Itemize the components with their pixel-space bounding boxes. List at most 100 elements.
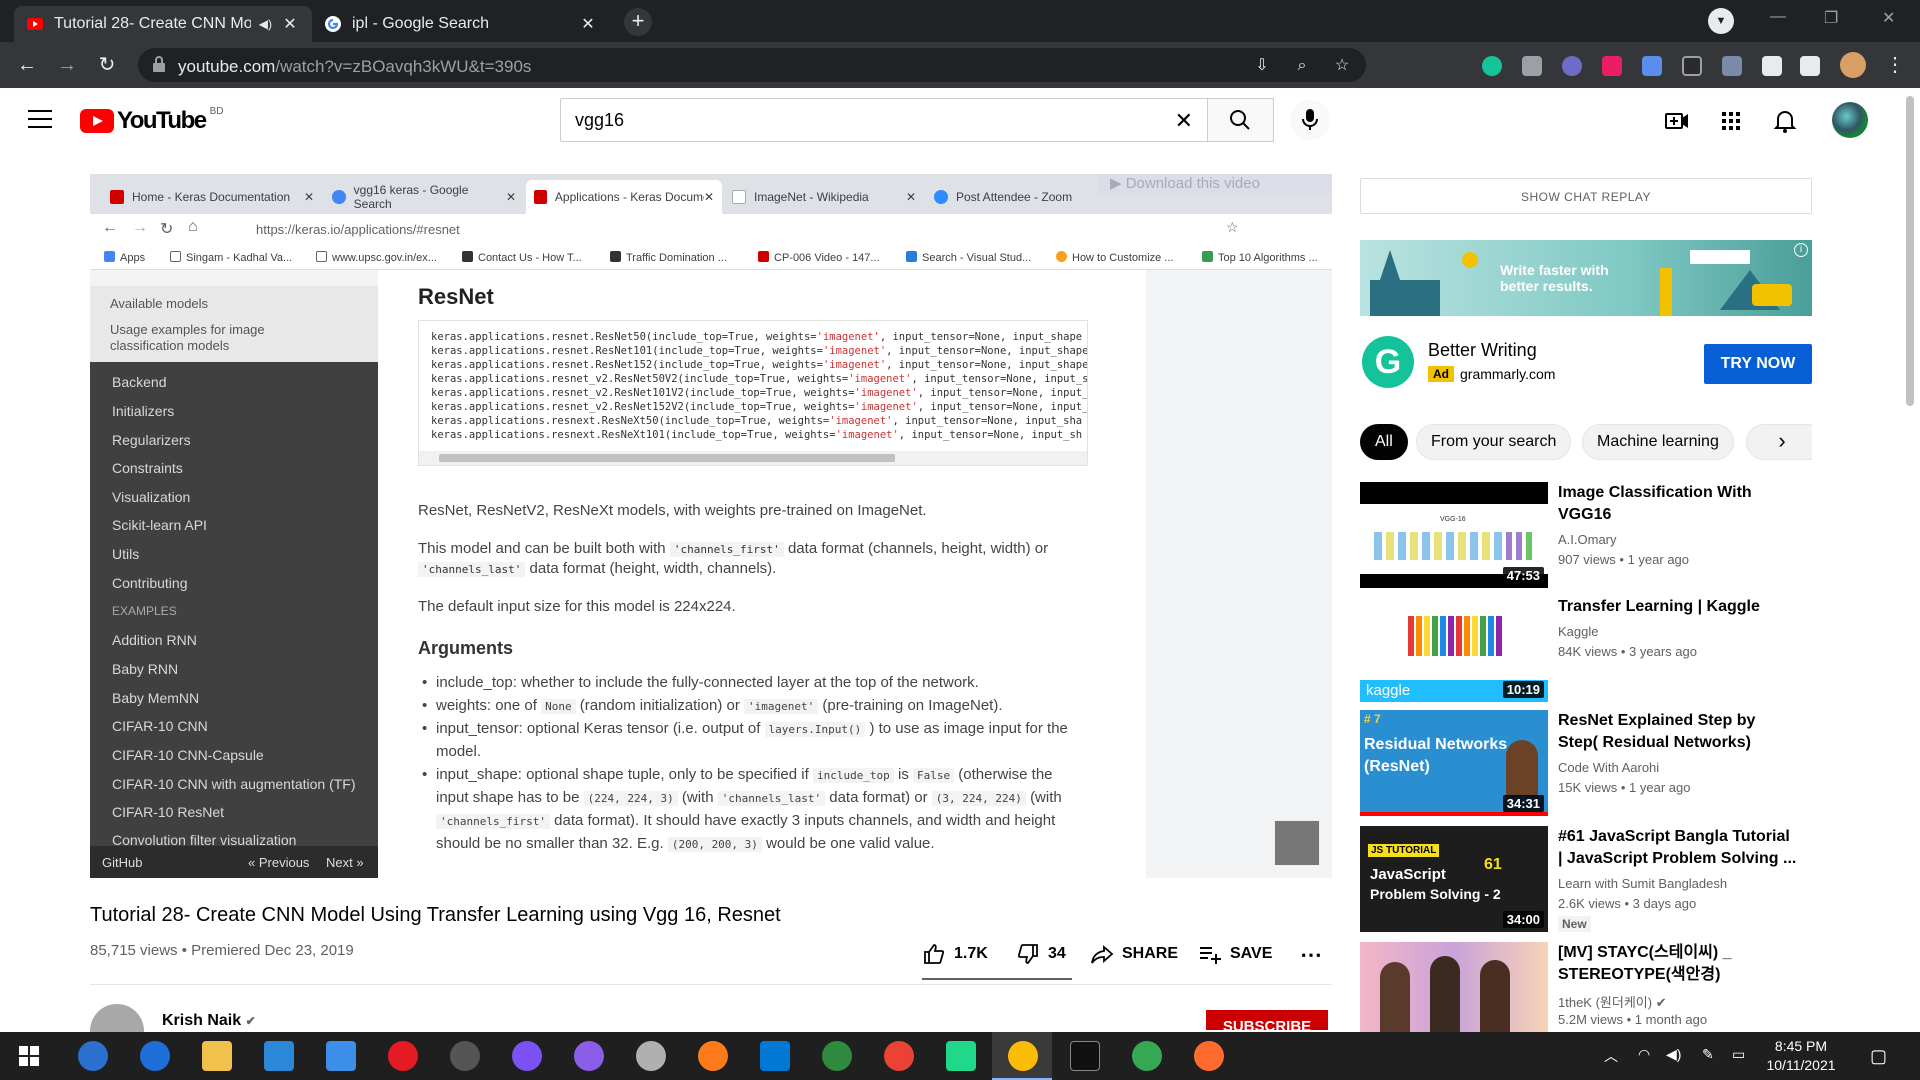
recommended-video[interactable]: # 7 Residual Networks (ResNet) 34:31 Res… (1360, 710, 1812, 816)
video-player[interactable]: Home - Keras Documentation ✕ vgg16 keras … (90, 174, 1332, 878)
windows-start-icon[interactable] (14, 1041, 44, 1071)
menu-kebab-icon[interactable]: ⋮ (1880, 50, 1910, 80)
pen-icon[interactable]: ✎ (1702, 1046, 1714, 1063)
firefox-icon[interactable] (698, 1041, 728, 1071)
extension-icon[interactable] (1562, 56, 1582, 76)
network-icon[interactable]: ◠ (1638, 1046, 1650, 1063)
postman-icon[interactable] (1194, 1041, 1224, 1071)
player-extension-icon[interactable] (1602, 56, 1622, 76)
apps-grid-icon[interactable] (1718, 108, 1744, 134)
minimize-icon[interactable]: — (1770, 8, 1786, 26)
like-button[interactable]: 1.7K (922, 942, 988, 966)
recommended-video[interactable]: JS TUTORIAL 61 JavaScript Problem Solvin… (1360, 826, 1812, 932)
camera-extension-icon[interactable] (1522, 56, 1542, 76)
recommended-video-channel: Code With Aarohi (1558, 760, 1660, 775)
video-url-text: https://keras.io/applications/#resnet (256, 222, 460, 237)
divider (90, 984, 1332, 985)
quickbooks-icon[interactable] (78, 1041, 108, 1071)
download-video-banner[interactable]: ▶ Download this video (1098, 174, 1332, 194)
messenger-icon[interactable] (512, 1041, 542, 1071)
docs-paragraph: ResNet, ResNetV2, ResNeXt models, with w… (418, 502, 927, 519)
close-tab-icon[interactable]: ✕ (578, 14, 598, 34)
ad-info-icon[interactable]: i (1794, 243, 1808, 257)
like-ratio-bar (922, 978, 1072, 980)
docs-nav-section-header: EXAMPLES (112, 604, 177, 618)
close-tab-icon[interactable]: ✕ (280, 14, 300, 34)
download-extension-icon[interactable] (1642, 56, 1662, 76)
forward-icon[interactable]: → (52, 50, 82, 80)
chip-machine-learning[interactable]: Machine learning (1582, 424, 1734, 460)
ad-banner-image[interactable]: Write faster with better results. (1360, 240, 1812, 316)
chrome-active-icon[interactable] (1008, 1041, 1038, 1071)
code-line: keras.applications.resnext.ResNeXt50(inc… (431, 415, 1082, 427)
docs-paragraph: This model and can be built both with 'c… (418, 540, 1048, 557)
puzzle-icon[interactable] (1762, 56, 1782, 76)
channel-avatar[interactable] (90, 1004, 144, 1032)
store-icon[interactable] (264, 1041, 294, 1071)
screen-extension-icon[interactable] (1682, 56, 1702, 76)
chrome-profile-icon[interactable] (1132, 1041, 1162, 1071)
install-icon[interactable]: ⇩ (1252, 56, 1272, 76)
edge-icon[interactable] (140, 1041, 170, 1071)
mail-icon[interactable] (326, 1041, 356, 1071)
tab-search-icon[interactable]: ▼ (1708, 8, 1734, 34)
more-actions-icon[interactable]: ⋯ (1300, 942, 1322, 968)
recommended-video[interactable]: [MV] STAYC(스테이씨) _ STEREOTYPE(색안경) 1theK… (1360, 942, 1812, 1032)
save-button[interactable]: SAVE (1198, 942, 1272, 966)
notifications-icon[interactable]: ▢ (1870, 1046, 1887, 1067)
volume-icon[interactable]: ◀) (1666, 1046, 1681, 1063)
bookmark-star-icon[interactable]: ☆ (1332, 56, 1352, 76)
show-hidden-icons[interactable]: ︿ (1604, 1046, 1618, 1066)
opera-icon[interactable] (388, 1041, 418, 1071)
chevron-right-icon[interactable]: › (1770, 430, 1794, 454)
github-desktop-icon[interactable] (574, 1041, 604, 1071)
app-icon[interactable] (822, 1041, 852, 1071)
recommended-video[interactable]: VGG-16 47:53 Image Classification With V… (1360, 482, 1812, 588)
youtube-logo[interactable]: YouTube BD (80, 106, 224, 135)
clear-search-icon[interactable]: ✕ (1175, 108, 1193, 134)
tab-google-search[interactable]: ipl - Google Search ✕ (312, 6, 610, 42)
dislike-button[interactable]: 34 (1016, 942, 1066, 966)
app-icon[interactable] (636, 1041, 666, 1071)
recommended-video[interactable]: kaggle 10:19 Transfer Learning | Kaggle … (1360, 596, 1812, 702)
reload-icon[interactable]: ↻ (92, 50, 122, 80)
back-icon[interactable]: ← (12, 50, 42, 80)
zoom-icon[interactable]: ⌕ (1292, 56, 1312, 76)
speaker-icon[interactable]: ◀) (259, 17, 272, 31)
show-chat-replay-button[interactable]: SHOW CHAT REPLAY (1360, 178, 1812, 214)
account-avatar[interactable] (1832, 102, 1868, 138)
share-button[interactable]: SHARE (1090, 942, 1178, 966)
file-explorer-icon[interactable] (202, 1041, 232, 1071)
pen-extension-icon[interactable] (1722, 56, 1742, 76)
ad-card[interactable]: G Better Writing Ad grammarly.com TRY NO… (1360, 332, 1812, 392)
notifications-bell-icon[interactable] (1772, 108, 1798, 134)
voice-search-button[interactable] (1290, 100, 1330, 140)
channel-name[interactable]: Krish Naik ✔ (162, 1012, 256, 1030)
tab-youtube-video[interactable]: Tutorial 28- Create CNN Mo ◀) ✕ (14, 6, 312, 42)
chip-all[interactable]: All (1360, 424, 1408, 460)
create-video-icon[interactable] (1664, 108, 1690, 134)
chrome-icon[interactable] (884, 1041, 914, 1071)
search-input[interactable]: vgg16 ✕ (560, 98, 1208, 142)
restore-icon[interactable]: ❐ (1824, 8, 1838, 28)
profile-avatar[interactable] (1840, 52, 1866, 78)
new-tab-button[interactable]: + (624, 8, 652, 36)
address-bar[interactable]: youtube.com/watch?v=zBOavqh3kWU&t=390s ⇩… (138, 48, 1366, 82)
pycharm-icon[interactable] (946, 1041, 976, 1071)
system-clock[interactable]: 8:45 PM 10/11/2021 (1754, 1037, 1848, 1075)
app-icon[interactable] (450, 1041, 480, 1071)
tab-title: ipl - Google Search (352, 15, 489, 32)
close-window-icon[interactable]: ✕ (1882, 8, 1895, 28)
video-thumbnail: kaggle 10:19 (1360, 596, 1548, 702)
vscode-icon[interactable] (760, 1041, 790, 1071)
chip-from-your-search[interactable]: From your search (1416, 424, 1572, 460)
subscribe-button[interactable]: SUBSCRIBE (1206, 1010, 1328, 1030)
try-now-button[interactable]: TRY NOW (1704, 344, 1812, 384)
terminal-icon[interactable] (1070, 1041, 1100, 1071)
menu-icon[interactable] (28, 110, 52, 130)
keyboard-icon[interactable]: ▭ (1732, 1046, 1745, 1063)
search-button[interactable] (1208, 98, 1274, 142)
reading-list-icon[interactable] (1800, 56, 1820, 76)
page-scrollbar[interactable] (1906, 96, 1914, 406)
grammarly-extension-icon[interactable] (1482, 56, 1502, 76)
